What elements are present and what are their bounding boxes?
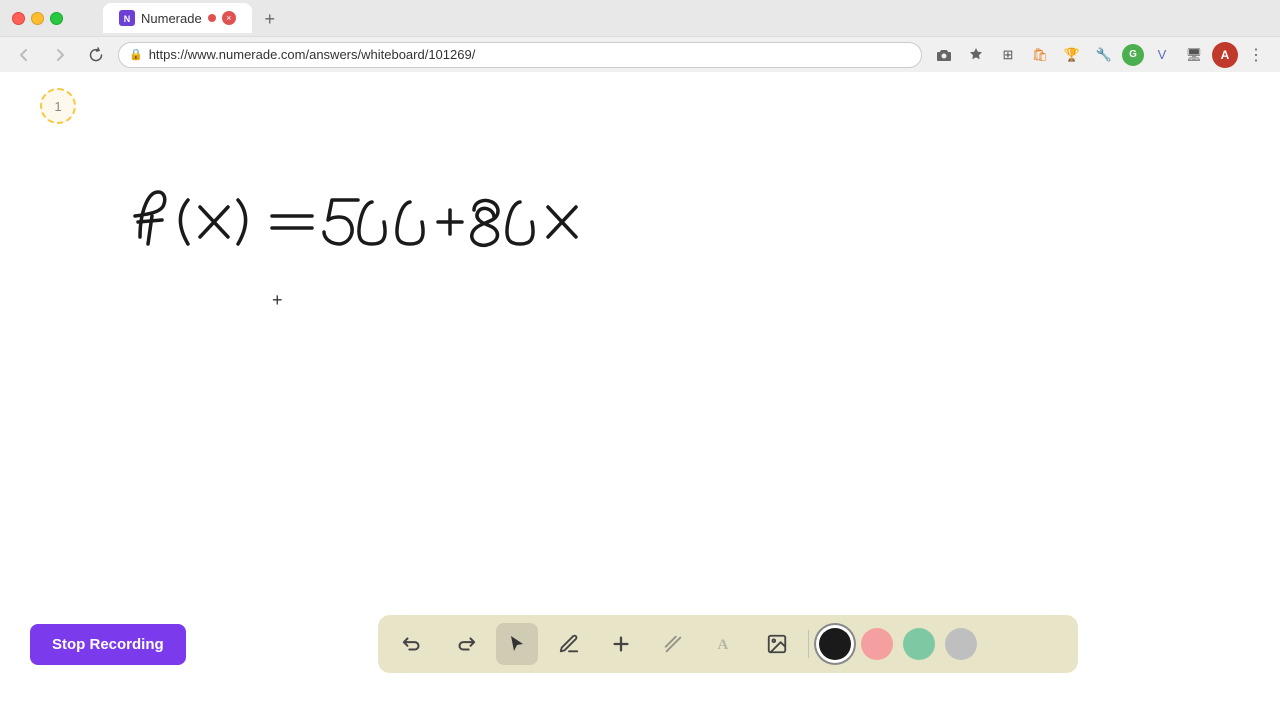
reload-button[interactable] <box>82 41 110 69</box>
extension4-icon[interactable]: 🖥 <box>1180 41 1208 69</box>
image-tool-button[interactable] <box>756 623 798 665</box>
extensions-icon[interactable]: ⊞ <box>994 41 1022 69</box>
extension2-icon[interactable]: G <box>1122 44 1144 66</box>
menu-button[interactable]: ⋮ <box>1242 41 1270 69</box>
address-bar[interactable]: 🔒 https://www.numerade.com/answers/white… <box>118 42 922 68</box>
extension3-icon[interactable]: V <box>1148 41 1176 69</box>
new-tab-button[interactable]: + <box>256 5 284 33</box>
undo-button[interactable] <box>392 623 434 665</box>
color-black[interactable] <box>819 628 851 660</box>
color-pink[interactable] <box>861 628 893 660</box>
formula-display <box>120 172 640 267</box>
active-tab[interactable]: N Numerade × <box>103 3 252 33</box>
color-gray[interactable] <box>945 628 977 660</box>
whiteboard-area[interactable]: 1 <box>0 72 1280 684</box>
close-button[interactable] <box>12 12 25 25</box>
text-tool-button[interactable]: A <box>704 623 746 665</box>
tab-title: Numerade <box>141 11 202 26</box>
select-tool-button[interactable] <box>496 623 538 665</box>
forward-button[interactable] <box>46 41 74 69</box>
profile-button[interactable]: A <box>1212 42 1238 68</box>
traffic-lights <box>12 12 63 25</box>
pen-tool-button[interactable] <box>548 623 590 665</box>
nav-actions: ⊞ 🛍 🏆 🔧 G V 🖥 A ⋮ <box>930 41 1270 69</box>
star-icon[interactable] <box>962 41 990 69</box>
stop-recording-button[interactable]: Stop Recording <box>30 624 186 665</box>
shopping-icon[interactable]: 🛍 <box>1026 41 1054 69</box>
redo-button[interactable] <box>444 623 486 665</box>
back-button[interactable] <box>10 41 38 69</box>
extension1-icon[interactable]: 🔧 <box>1090 41 1118 69</box>
maximize-button[interactable] <box>50 12 63 25</box>
tab-bar: N Numerade × + <box>91 3 296 33</box>
bottom-toolbar: Stop Recording <box>0 604 1280 684</box>
tab-favicon: N <box>119 10 135 26</box>
trophy-icon[interactable]: 🏆 <box>1058 41 1086 69</box>
add-tool-button[interactable] <box>600 623 642 665</box>
cursor-crosshair: + <box>272 290 283 311</box>
recording-indicator <box>208 14 216 22</box>
svg-text:N: N <box>124 14 131 24</box>
lock-icon: 🔒 <box>129 48 143 61</box>
page-indicator: 1 <box>40 88 76 124</box>
camera-icon[interactable] <box>930 41 958 69</box>
color-green[interactable] <box>903 628 935 660</box>
svg-text:A: A <box>717 637 728 653</box>
url-text: https://www.numerade.com/answers/whitebo… <box>149 47 476 62</box>
toolbar-separator <box>808 630 809 658</box>
formula-svg <box>120 172 640 262</box>
minimize-button[interactable] <box>31 12 44 25</box>
tab-close-button[interactable]: × <box>222 11 236 25</box>
drawing-toolbar: A <box>378 615 1078 673</box>
nav-bar: 🔒 https://www.numerade.com/answers/white… <box>0 36 1280 72</box>
eraser-tool-button[interactable] <box>652 623 694 665</box>
